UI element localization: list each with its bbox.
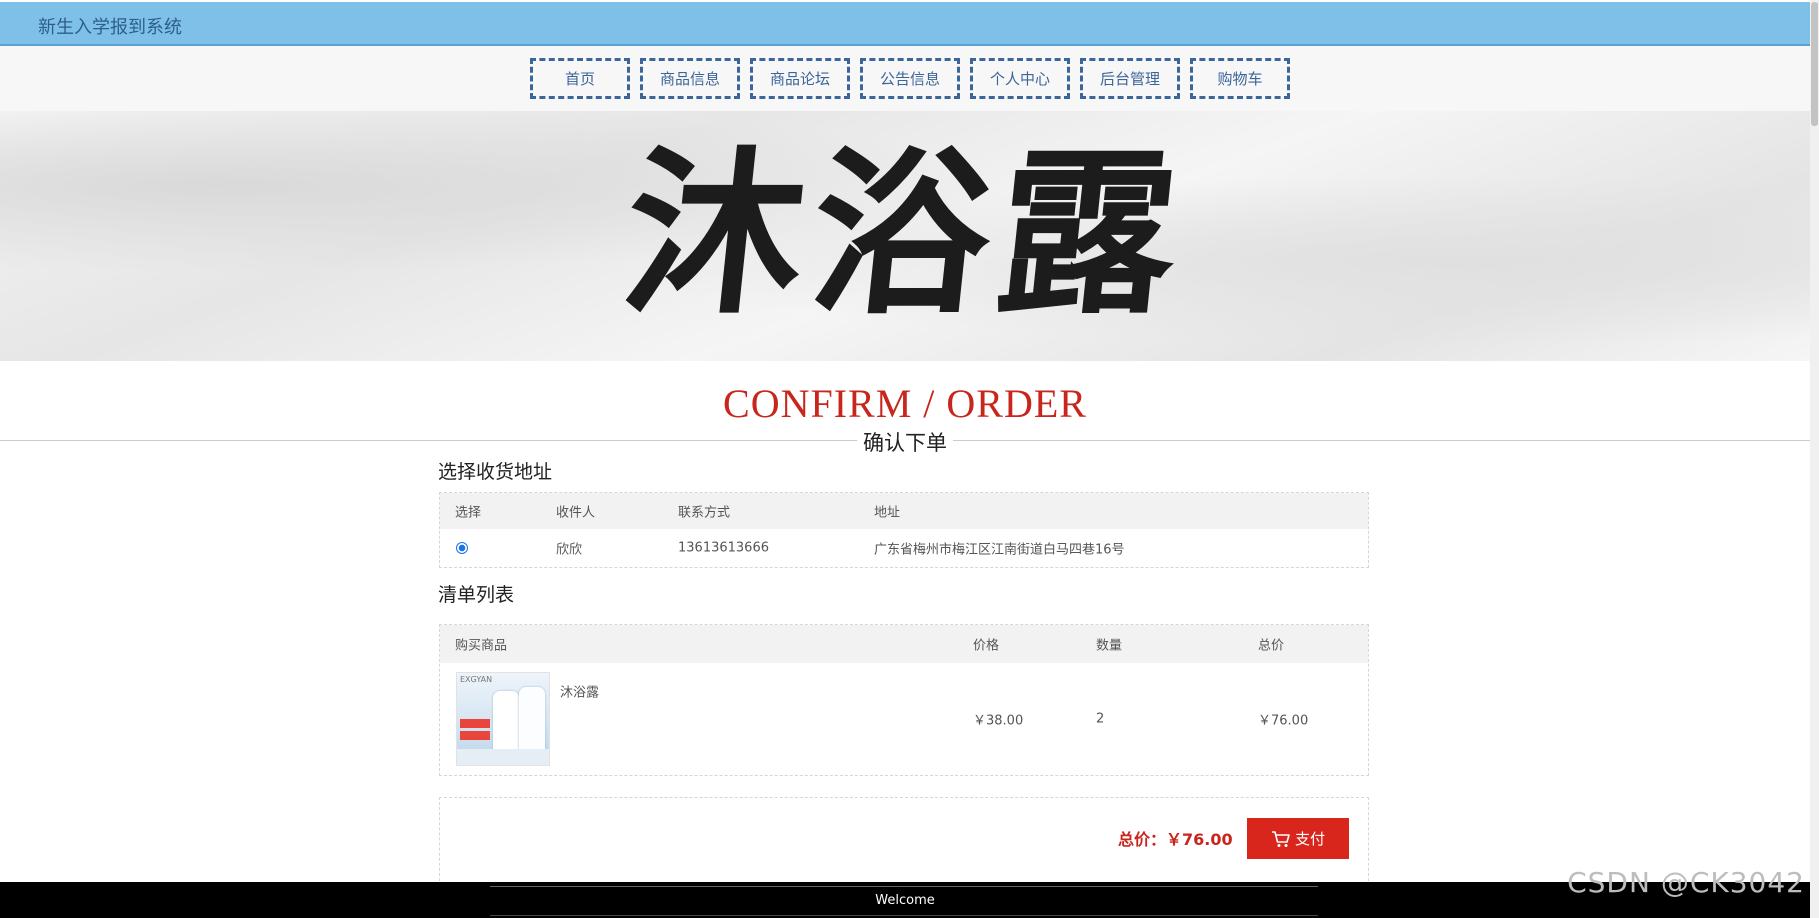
col-phone: 联系方式 bbox=[678, 505, 731, 521]
footer-welcome: Welcome bbox=[875, 893, 935, 908]
col-product: 购买商品 bbox=[455, 638, 508, 654]
nav-item-notices[interactable]: 公告信息 bbox=[860, 58, 960, 99]
nav-item-cart[interactable]: 购物车 bbox=[1190, 58, 1290, 99]
order-section-title: 清单列表 bbox=[438, 584, 515, 606]
nav-item-home[interactable]: 首页 bbox=[530, 58, 630, 99]
recipient-name: 欣欣 bbox=[556, 542, 583, 558]
product-name[interactable]: 沐浴露 bbox=[560, 682, 599, 701]
nav-item-profile[interactable]: 个人中心 bbox=[970, 58, 1070, 99]
nav-bar: 首页 商品信息 商品论坛 公告信息 个人中心 后台管理 购物车 bbox=[0, 46, 1810, 112]
nav-item-forum[interactable]: 商品论坛 bbox=[750, 58, 850, 99]
page-title-cn-wrap: 确认下单 bbox=[0, 427, 1810, 457]
order-table: 购买商品 价格 数量 总价 EXGYAN 沐浴露 ￥38.00 2 ￥76.00 bbox=[439, 624, 1369, 776]
banner-image: 沐浴露 bbox=[0, 111, 1810, 361]
total-price: 总价：￥76.00 bbox=[1118, 830, 1233, 849]
address-table-header: 选择 收件人 联系方式 地址 bbox=[440, 493, 1368, 529]
nav-item-admin[interactable]: 后台管理 bbox=[1080, 58, 1180, 99]
page-title-cn: 确认下单 bbox=[857, 427, 953, 457]
watermark: CSDN @CK3042 bbox=[1567, 866, 1805, 899]
pay-button[interactable]: 支付 bbox=[1247, 818, 1349, 859]
table-row[interactable]: 欣欣 13613613666 广东省梅州市梅江区江南街道白马四巷16号 bbox=[440, 529, 1368, 567]
col-address: 地址 bbox=[874, 505, 901, 521]
banner-text: 沐浴露 bbox=[615, 129, 1196, 338]
order-summary: 总价：￥76.00 支付 bbox=[439, 797, 1369, 881]
col-qty: 数量 bbox=[1096, 638, 1123, 654]
cart-icon bbox=[1271, 830, 1290, 847]
nav-item-products[interactable]: 商品信息 bbox=[640, 58, 740, 99]
product-brand: EXGYAN bbox=[460, 675, 493, 684]
col-total: 总价 bbox=[1258, 638, 1285, 654]
pay-button-label: 支付 bbox=[1294, 830, 1325, 848]
col-price: 价格 bbox=[973, 638, 1000, 654]
recipient-address: 广东省梅州市梅江区江南街道白马四巷16号 bbox=[874, 542, 1125, 558]
top-bar: 新生入学报到系统 bbox=[0, 2, 1810, 46]
scrollbar-thumb[interactable] bbox=[1811, 2, 1818, 126]
product-total: ￥76.00 bbox=[1258, 713, 1309, 729]
order-table-header: 购买商品 价格 数量 总价 bbox=[440, 625, 1368, 663]
recipient-phone: 13613613666 bbox=[678, 540, 769, 556]
product-qty: 2 bbox=[1096, 711, 1105, 727]
app-title: 新生入学报到系统 bbox=[38, 17, 182, 38]
product-thumbnail[interactable]: EXGYAN bbox=[456, 672, 550, 766]
footer: Welcome bbox=[0, 882, 1810, 918]
address-table: 选择 收件人 联系方式 地址 欣欣 13613613666 广东省梅州市梅江区江… bbox=[439, 492, 1369, 568]
col-select: 选择 bbox=[455, 505, 482, 521]
table-row: EXGYAN 沐浴露 ￥38.00 2 ￥76.00 bbox=[440, 663, 1368, 775]
address-radio[interactable] bbox=[456, 542, 468, 554]
col-recipient: 收件人 bbox=[556, 505, 596, 521]
product-price: ￥38.00 bbox=[973, 713, 1024, 729]
page-title-en: CONFIRM / ORDER bbox=[723, 381, 1087, 426]
address-section-title: 选择收货地址 bbox=[438, 461, 553, 483]
